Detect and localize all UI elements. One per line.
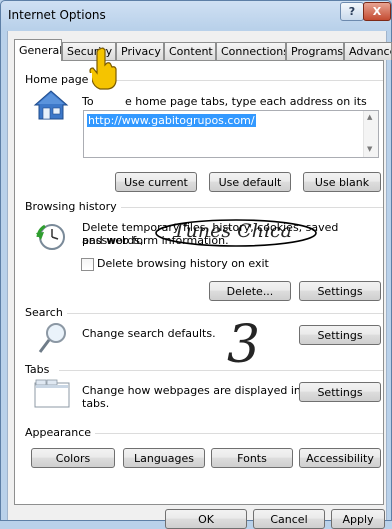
colors-button[interactable]: Colors — [31, 448, 115, 468]
home-page-divider — [83, 80, 383, 81]
tab-content[interactable]: Content — [164, 42, 216, 60]
watermark-digit: 3 — [227, 315, 261, 375]
search-description: Change search defaults. — [82, 327, 216, 340]
languages-button[interactable]: Languages — [123, 448, 205, 468]
clock-arrow-icon — [36, 224, 65, 250]
use-blank-button[interactable]: Use blank — [303, 172, 381, 192]
url-scrollbar[interactable]: ▲ ▼ — [363, 111, 378, 157]
house-icon — [33, 90, 69, 120]
home-page-instruction-prefix: To — [82, 95, 94, 108]
delete-button[interactable]: Delete... — [209, 281, 291, 301]
apply-button[interactable]: Apply — [331, 509, 385, 529]
browsing-history-divider — [113, 207, 383, 208]
appearance-divider — [91, 433, 383, 434]
search-settings-button[interactable]: Settings — [299, 325, 381, 345]
tabs-settings-button[interactable]: Settings — [299, 382, 381, 402]
title-bar[interactable]: Internet Options ? X — [1, 1, 391, 31]
tabs-section-label: Tabs — [25, 363, 54, 376]
browsing-history-section-label: Browsing history — [25, 200, 121, 213]
tabbed-window-icon — [34, 379, 70, 408]
scroll-up-arrow-icon[interactable]: ▲ — [367, 113, 372, 121]
scroll-down-arrow-icon[interactable]: ▼ — [367, 145, 372, 153]
tabs-description-line2: tabs. — [82, 397, 110, 410]
home-page-url-value: http://www.gabitogrupos.com/ — [87, 114, 256, 127]
use-default-button[interactable]: Use default — [209, 172, 291, 192]
hand-pointer-cursor-icon — [89, 47, 117, 90]
tabs-description-line1: Change how webpages are displayed in — [82, 384, 301, 397]
browsing-history-settings-button[interactable]: Settings — [299, 281, 381, 301]
close-button[interactable]: X — [363, 2, 391, 21]
tab-advanced[interactable]: Advanced — [344, 42, 392, 60]
home-page-section-label: Home page — [25, 73, 93, 86]
search-divider — [67, 313, 383, 314]
search-section-label: Search — [25, 306, 67, 319]
home-page-url-textarea[interactable]: http://www.gabitogrupos.com/ ▲ ▼ — [83, 110, 379, 158]
magnifier-icon — [38, 323, 66, 353]
watermark-text: Tunes Chica — [173, 220, 293, 242]
cancel-button[interactable]: Cancel — [253, 509, 325, 529]
help-button[interactable]: ? — [340, 2, 364, 21]
use-current-button[interactable]: Use current — [115, 172, 197, 192]
internet-options-window: Internet Options ? X General Security Pr… — [0, 0, 392, 529]
appearance-section-label: Appearance — [25, 426, 96, 439]
tab-general[interactable]: General — [14, 39, 62, 61]
ok-button[interactable]: OK — [165, 509, 247, 529]
tab-programs[interactable]: Programs — [286, 42, 344, 60]
tab-privacy[interactable]: Privacy — [116, 42, 164, 60]
fonts-button[interactable]: Fonts — [211, 448, 293, 468]
tabs-divider — [59, 370, 383, 371]
accessibility-button[interactable]: Accessibility — [299, 448, 381, 468]
tab-connections[interactable]: Connections — [216, 42, 286, 60]
delete-history-on-exit-checkbox[interactable] — [81, 258, 94, 271]
window-title: Internet Options — [8, 8, 106, 22]
